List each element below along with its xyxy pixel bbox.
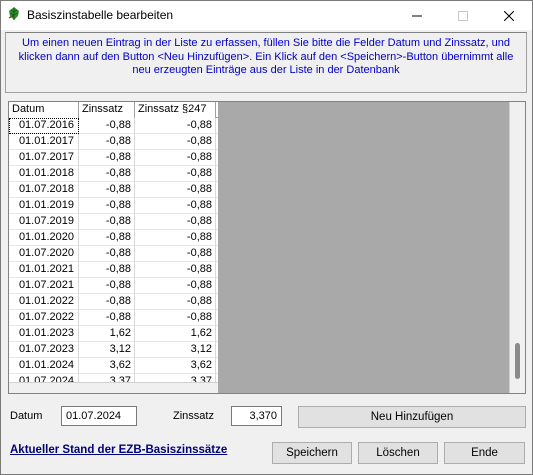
minimize-button[interactable] — [394, 1, 440, 30]
datum-input[interactable]: 01.07.2024 — [61, 406, 137, 426]
table-row[interactable]: 01.07.2022 -0,88 -0,88 — [9, 310, 218, 326]
title-bar[interactable]: Basiszinstabelle bearbeiten — [1, 1, 532, 30]
cell-zinssatz: -0,88 — [79, 310, 135, 326]
add-entry-button-label: Neu Hinzufügen — [370, 411, 454, 423]
cell-zinssatz: 3,62 — [79, 358, 135, 374]
cell-datum: 01.01.2021 — [9, 262, 79, 278]
table-row[interactable]: 01.01.2021 -0,88 -0,88 — [9, 262, 218, 278]
cell-zinssatz: 3,12 — [79, 342, 135, 358]
cell-zinssatz: 1,62 — [79, 326, 135, 342]
close-icon — [504, 10, 514, 21]
ezb-rates-link[interactable]: Aktueller Stand der EZB-Basiszinssätze — [10, 444, 227, 456]
cell-zinssatz: -0,88 — [79, 294, 135, 310]
scrollbar-thumb[interactable] — [515, 343, 520, 379]
column-header-datum[interactable]: Datum — [9, 102, 79, 118]
horizontal-scrollbar[interactable] — [9, 382, 218, 393]
close-button[interactable] — [486, 1, 532, 30]
table-row[interactable]: 01.07.2017 -0,88 -0,88 — [9, 150, 218, 166]
cell-datum: 01.01.2022 — [9, 294, 79, 310]
table-row[interactable]: 01.01.2017 -0,88 -0,88 — [9, 134, 218, 150]
zinssatz-input[interactable]: 3,370 — [231, 406, 282, 426]
add-entry-button[interactable]: Neu Hinzufügen — [298, 406, 526, 428]
cell-zinssatz-247: -0,88 — [135, 134, 216, 150]
table-row[interactable]: 01.01.2020 -0,88 -0,88 — [9, 230, 218, 246]
cell-zinssatz-247: 3,62 — [135, 358, 216, 374]
datum-label: Datum — [10, 410, 43, 422]
cell-zinssatz-247: -0,88 — [135, 214, 216, 230]
cell-datum: 01.01.2017 — [9, 134, 79, 150]
cell-zinssatz-247: -0,88 — [135, 294, 216, 310]
table-row[interactable]: 01.07.2020 -0,88 -0,88 — [9, 246, 218, 262]
cell-zinssatz: -0,88 — [79, 262, 135, 278]
minimize-icon — [412, 15, 422, 16]
cell-datum: 01.07.2016 — [9, 118, 79, 134]
delete-button[interactable]: Löschen — [358, 442, 438, 464]
cell-datum: 01.07.2017 — [9, 150, 79, 166]
cell-datum: 01.07.2022 — [9, 310, 79, 326]
cell-datum: 01.01.2023 — [9, 326, 79, 342]
table-row[interactable]: 01.07.2021 -0,88 -0,88 — [9, 278, 218, 294]
cell-datum: 01.07.2023 — [9, 342, 79, 358]
column-header-zinssatz-247[interactable]: Zinssatz §247 — [135, 102, 216, 118]
cell-zinssatz-247: -0,88 — [135, 150, 216, 166]
cell-zinssatz: -0,88 — [79, 214, 135, 230]
table-header: Datum Zinssatz Zinssatz §247 — [9, 102, 218, 118]
cell-zinssatz-247: -0,88 — [135, 166, 216, 182]
cell-zinssatz: -0,88 — [79, 150, 135, 166]
zinssatz-label: Zinssatz — [173, 410, 214, 422]
maximize-button — [440, 1, 486, 30]
window-title: Basiszinstabelle bearbeiten — [27, 8, 174, 22]
interest-table[interactable]: Datum Zinssatz Zinssatz §247 01.07.2016-… — [8, 101, 526, 394]
cell-datum: 01.07.2021 — [9, 278, 79, 294]
save-button[interactable]: Speichern — [272, 442, 352, 464]
table-row[interactable]: 01.07.2016 -0,88 -0,88 — [9, 118, 218, 134]
maximize-icon — [458, 10, 468, 21]
end-button-label: Ende — [471, 447, 498, 459]
table-row[interactable]: 01.01.2024 3,62 3,62 — [9, 358, 218, 374]
table-row[interactable]: 01.07.2023 3,12 3,12 — [9, 342, 218, 358]
green-leaf-app-icon — [6, 6, 22, 22]
vertical-scrollbar[interactable] — [509, 102, 525, 393]
table-row[interactable]: 01.01.2018 -0,88 -0,88 — [9, 166, 218, 182]
cell-zinssatz-247: -0,88 — [135, 118, 216, 134]
table-row[interactable]: 01.01.2022 -0,88 -0,88 — [9, 294, 218, 310]
cell-zinssatz: -0,88 — [79, 182, 135, 198]
cell-zinssatz: -0,88 — [79, 166, 135, 182]
table-row[interactable]: 01.01.2023 1,62 1,62 — [9, 326, 218, 342]
cell-datum: 01.07.2019 — [9, 214, 79, 230]
delete-button-label: Löschen — [376, 447, 420, 459]
dialog-window: Basiszinstabelle bearbeiten Um einen neu… — [0, 0, 533, 475]
cell-zinssatz: -0,88 — [79, 118, 135, 134]
info-text: Um einen neuen Eintrag in der Liste zu e… — [18, 37, 514, 76]
cell-zinssatz-247: -0,88 — [135, 278, 216, 294]
cell-zinssatz-247: 3,12 — [135, 342, 216, 358]
cell-datum: 01.07.2018 — [9, 182, 79, 198]
column-header-zinssatz[interactable]: Zinssatz — [79, 102, 135, 118]
info-panel: Um einen neuen Eintrag in der Liste zu e… — [5, 32, 527, 93]
cell-datum: 01.01.2018 — [9, 166, 79, 182]
table-rows: 01.07.2016 -0,88 -0,88 01.01.2017 -0,88 -0,88… — [9, 118, 218, 390]
cell-zinssatz-247: -0,88 — [135, 182, 216, 198]
cell-zinssatz: -0,88 — [79, 246, 135, 262]
cell-zinssatz-247: -0,88 — [135, 198, 216, 214]
cell-zinssatz-247: -0,88 — [135, 310, 216, 326]
save-button-label: Speichern — [286, 447, 338, 459]
end-button[interactable]: Ende — [444, 442, 525, 464]
table-row[interactable]: 01.07.2019 -0,88 -0,88 — [9, 214, 218, 230]
cell-zinssatz-247: -0,88 — [135, 246, 216, 262]
cell-datum: 01.01.2020 — [9, 230, 79, 246]
cell-zinssatz-247: -0,88 — [135, 262, 216, 278]
table-row[interactable]: 01.01.2019 -0,88 -0,88 — [9, 198, 218, 214]
table-body: Datum Zinssatz Zinssatz §247 01.07.2016-… — [9, 102, 218, 390]
cell-datum: 01.01.2019 — [9, 198, 79, 214]
cell-zinssatz-247: 1,62 — [135, 326, 216, 342]
cell-zinssatz-247: -0,88 — [135, 230, 216, 246]
cell-zinssatz: -0,88 — [79, 134, 135, 150]
cell-zinssatz: -0,88 — [79, 230, 135, 246]
cell-zinssatz: -0,88 — [79, 278, 135, 294]
cell-datum: 01.01.2024 — [9, 358, 79, 374]
cell-zinssatz: -0,88 — [79, 198, 135, 214]
table-row[interactable]: 01.07.2018 -0,88 -0,88 — [9, 182, 218, 198]
cell-datum: 01.07.2020 — [9, 246, 79, 262]
